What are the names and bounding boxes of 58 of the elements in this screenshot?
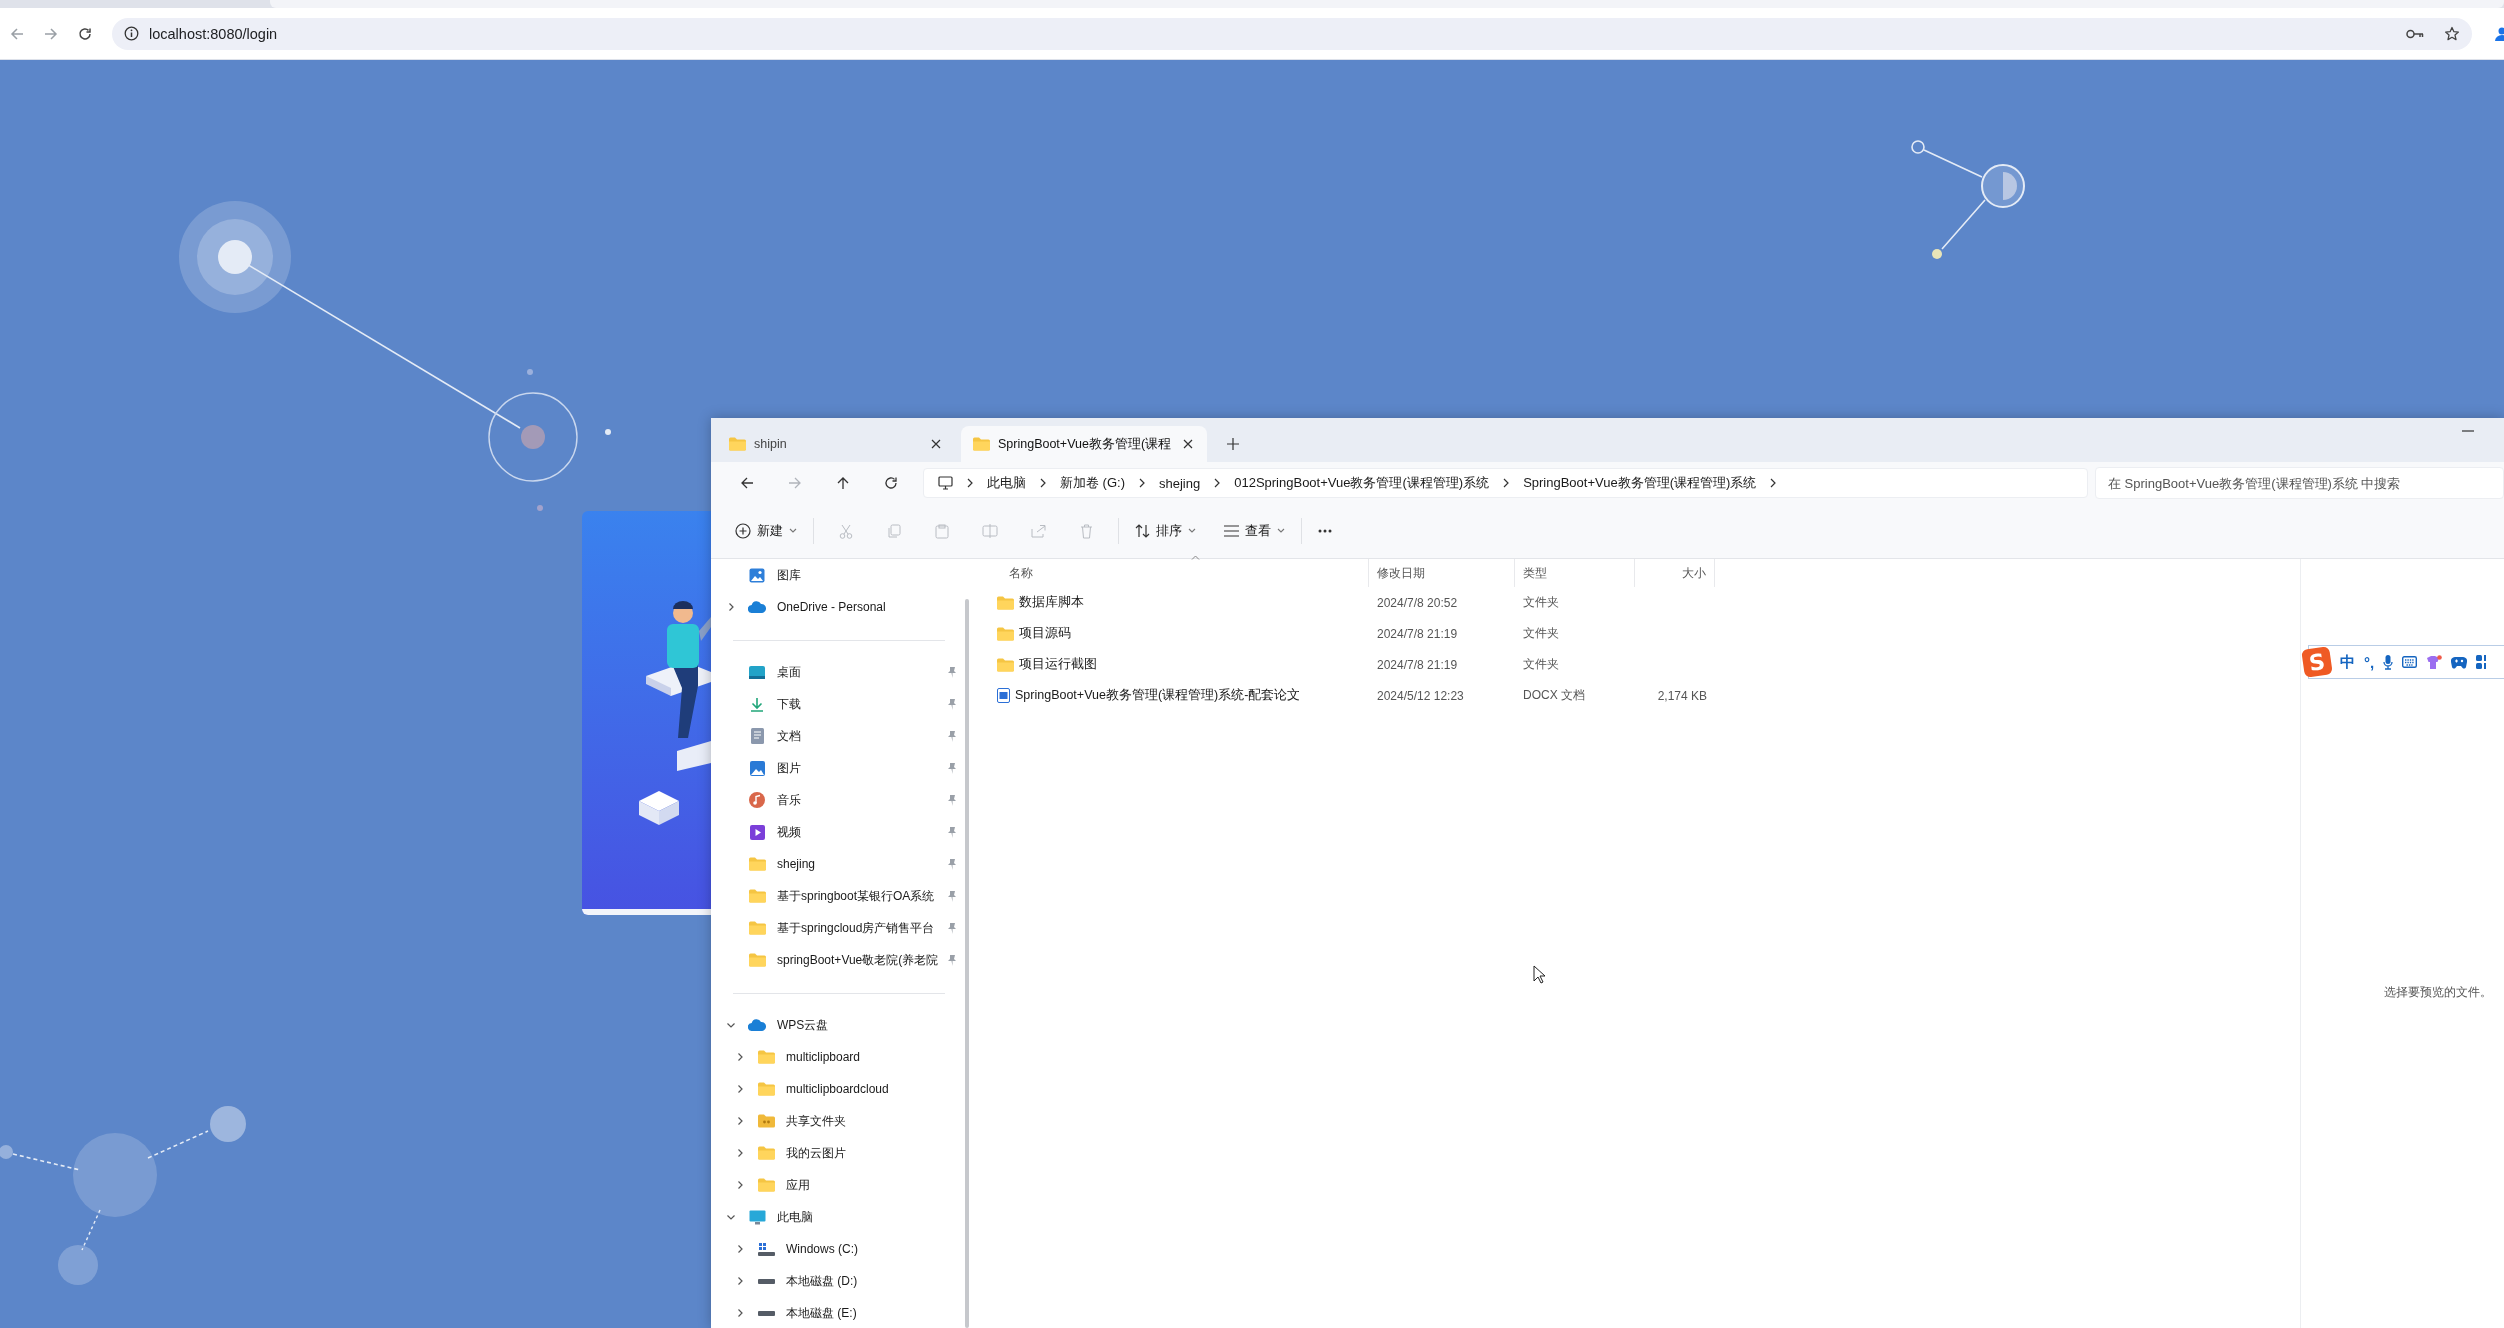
sidebar-item[interactable]: OneDrive - Personal xyxy=(711,591,961,623)
type-cell-text: DOCX 文档 xyxy=(1522,687,1586,704)
sidebar-item[interactable]: 共享文件夹 xyxy=(711,1105,961,1137)
sidebar-item[interactable]: WPS云盘 xyxy=(711,1009,961,1041)
date-cell-text: 2024/5/12 12:23 xyxy=(1376,688,1465,703)
breadcrumb-item[interactable]: 此电脑 xyxy=(987,474,1026,492)
type-cell-text: 文件夹 xyxy=(1522,594,1560,611)
size-cell-text: 2,174 KB xyxy=(1656,688,1708,703)
date-cell-text: 2024/7/8 20:52 xyxy=(1376,595,1459,610)
type-cell-text: 文件夹 xyxy=(1522,656,1560,673)
sidebar-item[interactable]: 基于springboot某银行OA系统 xyxy=(711,880,961,912)
file-name[interactable]: 项目运行截图 xyxy=(1019,656,1097,673)
date-cell-text: 2024/7/8 21:19 xyxy=(1376,657,1459,672)
preview-message: 选择要预览的文件。 xyxy=(2384,984,2492,1000)
tab-label: SpringBoot+Vue教务管理(课程 xyxy=(998,435,1172,453)
view-button[interactable]: 查看 xyxy=(1216,515,1293,547)
address-field[interactable]: localhost:8080/login xyxy=(112,17,2472,50)
sort-button[interactable]: 排序 xyxy=(1127,515,1204,547)
breadcrumb-item[interactable]: shejing xyxy=(1159,475,1201,491)
sidebar-item[interactable]: multiclipboard xyxy=(711,1041,961,1073)
breadcrumb-item[interactable]: 012SpringBoot+Vue教务管理(课程管理)系统 xyxy=(1234,474,1490,492)
sidebar-item[interactable]: 图库 xyxy=(711,559,961,591)
breadcrumb-item[interactable]: 新加卷 (G:) xyxy=(1060,474,1125,492)
punctuation-toggle[interactable]: °, xyxy=(2364,653,2375,671)
column-header[interactable]: 类型 xyxy=(1515,559,1635,587)
url-text: localhost:8080/login xyxy=(149,25,278,42)
address-bar[interactable]: 此电脑 新加卷 (G:) shejing 012SpringBoot+Vue教务管理(课程管理)系统 SpringBoot+Vue教务管理(课程管理)系统 xyxy=(923,468,2088,498)
new-button[interactable]: 新建 xyxy=(727,515,805,547)
sidebar-item[interactable]: 下载 xyxy=(711,688,961,720)
sidebar-item[interactable]: multiclipboardcloud xyxy=(711,1073,961,1105)
sidebar-item[interactable]: shejing xyxy=(711,848,961,880)
column-header[interactable]: 大小 xyxy=(1635,559,1715,587)
sidebar-item[interactable]: 我的云图片 xyxy=(711,1137,961,1169)
sidebar-item[interactable]: 桌面 xyxy=(711,656,961,688)
file-name[interactable]: SpringBoot+Vue教务管理(课程管理)系统-配套论文 xyxy=(1015,687,1301,704)
type-cell-text: 文件夹 xyxy=(1522,625,1560,642)
date-cell-text: 2024/7/8 21:19 xyxy=(1376,626,1459,641)
sidebar-item[interactable]: 视频 xyxy=(711,816,961,848)
column-header[interactable]: 名称 xyxy=(979,559,1369,587)
tab[interactable]: SpringBoot+Vue教务管理(课程 xyxy=(961,426,1208,462)
input-mode-toggle[interactable]: 中 xyxy=(2340,652,2355,672)
tab-label: shipin xyxy=(754,437,788,451)
file-name[interactable]: 项目源码 xyxy=(1019,625,1071,642)
sidebar-item[interactable]: 本地磁盘 (D:) xyxy=(711,1265,961,1297)
tab[interactable]: shipin xyxy=(711,426,955,462)
sidebar-item[interactable]: 基于springcloud房产销售平台 xyxy=(711,912,961,944)
sidebar-item[interactable]: Windows (C:) xyxy=(711,1233,961,1265)
file-name[interactable]: 数据库脚本 xyxy=(1019,594,1084,611)
sidebar-item[interactable]: 本地磁盘 (E:) xyxy=(711,1297,961,1328)
search-field[interactable]: 在 SpringBoot+Vue教务管理(课程管理)系统 中搜索 xyxy=(2095,467,2504,499)
sidebar-item[interactable]: 音乐 xyxy=(711,784,961,816)
sidebar-item[interactable]: springBoot+Vue敬老院(养老院 xyxy=(711,944,961,976)
sidebar-item[interactable]: 文档 xyxy=(711,720,961,752)
breadcrumb-item[interactable]: SpringBoot+Vue教务管理(课程管理)系统 xyxy=(1523,474,1757,492)
column-header[interactable]: 修改日期 xyxy=(1369,559,1515,587)
sidebar-item[interactable]: 应用 xyxy=(711,1169,961,1201)
sidebar-item[interactable]: 此电脑 xyxy=(711,1201,961,1233)
sidebar-item[interactable]: 图片 xyxy=(711,752,961,784)
